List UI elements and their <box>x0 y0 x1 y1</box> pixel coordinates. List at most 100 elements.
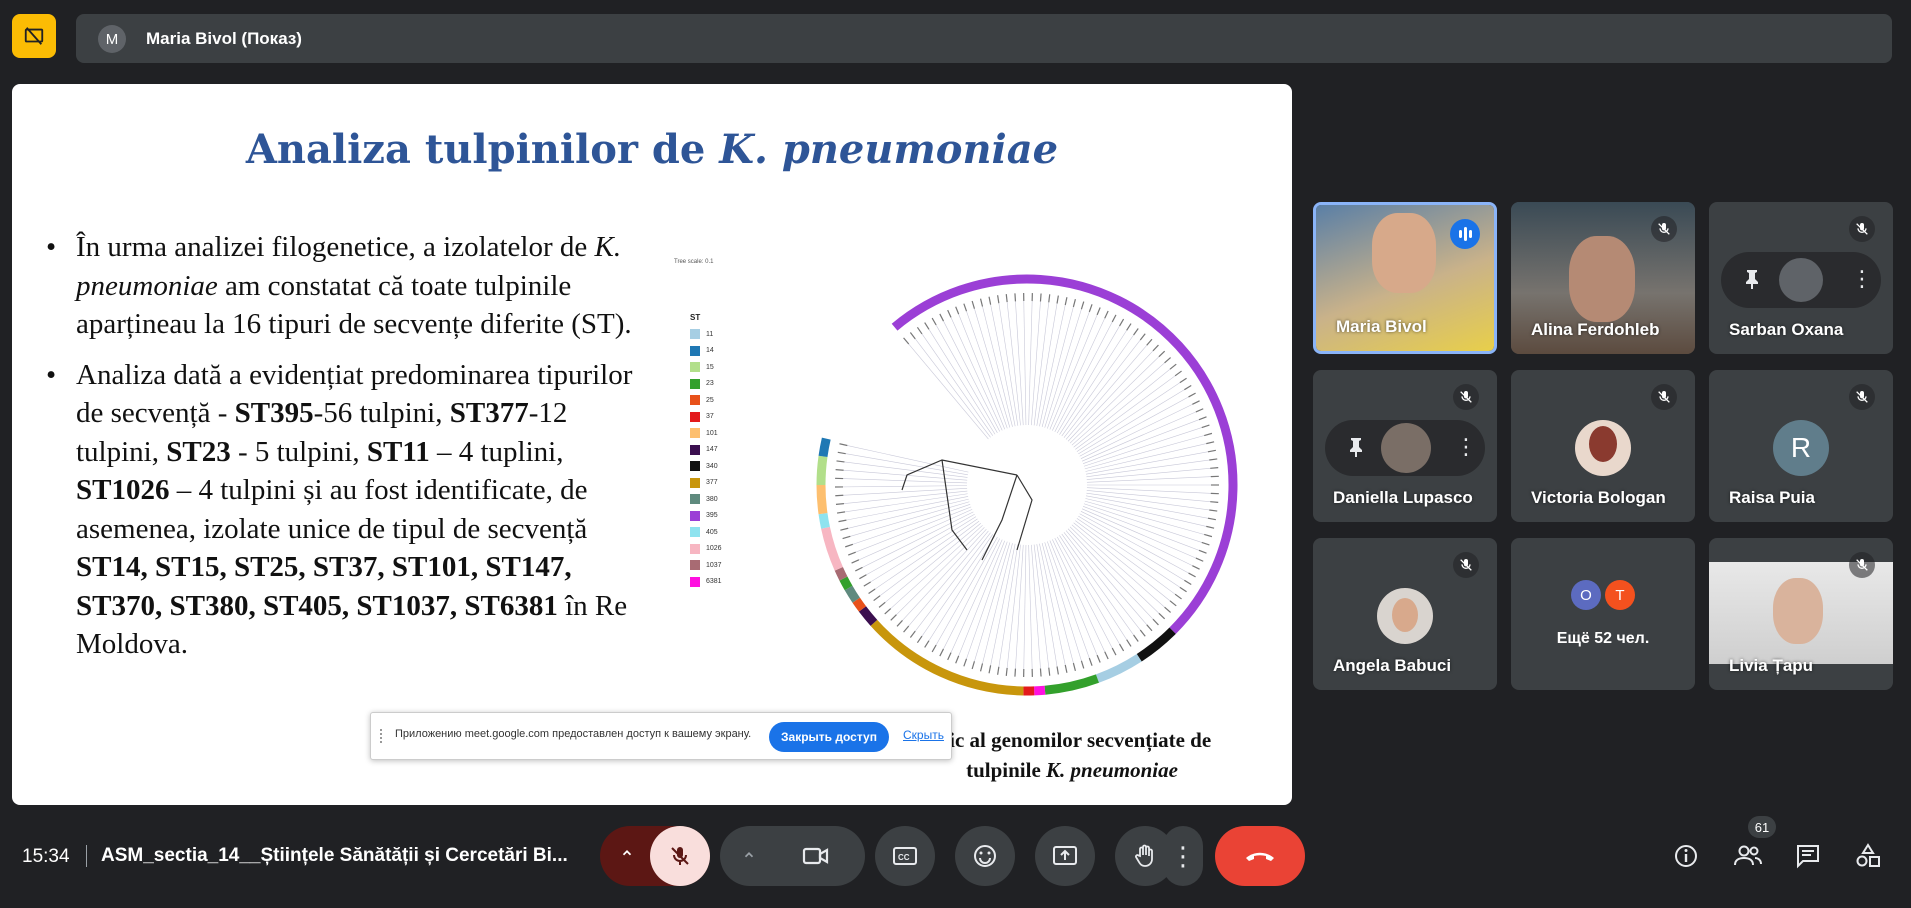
tree-leaf-label <box>1201 424 1210 429</box>
slide-title-italic: K. pneumoniae <box>719 126 1059 173</box>
legend-swatch <box>690 560 700 571</box>
more-participants-tile[interactable]: O T Ещё 52 чел. <box>1511 538 1695 690</box>
tree-branch <box>1056 318 1124 434</box>
tree-leaf-label <box>1126 323 1132 331</box>
participant-tile[interactable]: Angela Babuci <box>1313 538 1497 690</box>
mic-off-icon <box>671 847 689 865</box>
participant-name: Victoria Bologan <box>1531 488 1666 507</box>
participant-tile[interactable]: Alina Ferdohleb <box>1511 202 1695 354</box>
tree-leaf-label <box>1126 639 1132 647</box>
participant-tile[interactable]: R Raisa Puia <box>1709 370 1893 522</box>
tree-leaf-label <box>1111 314 1117 323</box>
emoji-button[interactable] <box>955 826 1015 886</box>
legend-swatch <box>690 461 700 472</box>
emoji-icon <box>974 845 996 867</box>
more-options-icon[interactable]: ⋮ <box>1851 267 1873 291</box>
bullet-bold: ST395 <box>234 397 314 429</box>
legend-swatch <box>690 362 700 373</box>
phone-hangup-icon <box>1246 852 1274 861</box>
tree-branch <box>1069 526 1165 620</box>
participant-tile[interactable]: Livia Țapu <box>1709 538 1893 690</box>
legend-label: 6381 <box>706 578 722 586</box>
caption-text: tulpinile <box>966 758 1047 782</box>
tree-branch <box>1044 542 1085 669</box>
tree-leaf-label <box>1204 432 1213 437</box>
tree-ring-segment <box>818 513 830 529</box>
legend-item: 25 <box>690 392 746 409</box>
tree-ring-segment <box>1095 653 1142 683</box>
legend-label: 377 <box>706 479 718 487</box>
tree-leaf-label <box>955 306 960 315</box>
tree-leaf-label <box>1206 525 1215 529</box>
tree-leaf-label <box>1198 549 1207 554</box>
tree-leaf-label <box>1064 297 1068 306</box>
chat-icon[interactable] <box>1790 838 1826 874</box>
pin-icon[interactable] <box>1345 435 1369 464</box>
participant-tile[interactable]: ⋮ Daniella Lupasco <box>1313 370 1497 522</box>
activities-icon[interactable] <box>1850 838 1886 874</box>
tree-leaf-label <box>1056 666 1059 675</box>
more-options-button[interactable]: ⋮ <box>1163 826 1203 886</box>
tree-branch <box>1085 498 1215 529</box>
tree-leaf-label <box>896 620 903 627</box>
participant-tile[interactable]: Maria Bivol <box>1313 202 1497 354</box>
tree-leaf-label <box>1080 660 1085 669</box>
legend-label: 380 <box>706 495 718 503</box>
mute-participant-icon[interactable] <box>1779 258 1823 302</box>
video-options-button[interactable] <box>720 826 865 886</box>
chevron-up-icon[interactable] <box>620 846 634 865</box>
info-icon[interactable] <box>1668 838 1704 874</box>
tree-leaf-label <box>1174 593 1182 600</box>
tree-leaf-label <box>1209 458 1218 461</box>
participant-video-person <box>1773 578 1823 644</box>
legend-label: 147 <box>706 446 718 454</box>
captions-icon: CC <box>893 847 917 865</box>
tree-branch <box>1086 458 1218 478</box>
more-options-icon[interactable]: ⋮ <box>1455 435 1477 459</box>
tree-ring-segment <box>839 576 853 591</box>
tree-ring-segment <box>891 274 1238 634</box>
pin-icon[interactable] <box>1741 267 1765 296</box>
tree-branch <box>1086 490 1219 503</box>
legend-swatch <box>690 411 700 422</box>
tree-ring-segment <box>852 597 867 612</box>
phylogenetic-tree <box>816 274 1238 696</box>
tree-leaf-label <box>979 663 984 672</box>
participant-tile[interactable]: Victoria Bologan <box>1511 370 1695 522</box>
tree-leaf-label <box>916 326 923 335</box>
legend-swatch <box>690 395 700 406</box>
tree-branch <box>890 527 985 621</box>
tree-branch <box>947 310 1003 431</box>
participant-tile[interactable]: ⋮ Sarban Oxana <box>1709 202 1893 354</box>
microphone-toggle-button[interactable] <box>650 826 710 886</box>
speaking-indicator-icon <box>1450 219 1480 249</box>
presenter-bar <box>76 14 1892 63</box>
chevron-up-icon[interactable] <box>742 848 756 867</box>
end-call-button[interactable] <box>1215 826 1305 886</box>
clock: 15:34 <box>22 846 70 867</box>
people-icon[interactable] <box>1730 838 1766 874</box>
tree-leaf-label <box>1206 441 1215 445</box>
share-notice-text: Приложению meet.google.com предоставлен … <box>395 728 752 740</box>
camera-icon[interactable] <box>802 844 830 873</box>
captions-button[interactable]: CC <box>875 826 935 886</box>
legend-item: 23 <box>690 376 746 393</box>
legend-item: 380 <box>690 491 746 508</box>
bullet-bold: ST14, ST15, ST25, ST37, ST101, ST147, ST… <box>76 551 572 622</box>
tree-leaf-label <box>1195 557 1204 562</box>
hide-notice-link[interactable]: Скрыть <box>903 728 944 742</box>
legend-swatch <box>690 576 700 587</box>
drag-handle-icon[interactable] <box>380 729 385 743</box>
stop-sharing-button[interactable]: Закрыть доступ <box>769 722 889 752</box>
tree-leaf-label <box>1080 301 1085 310</box>
tree-branch <box>835 477 968 484</box>
tree-leaf-label <box>1146 338 1153 346</box>
divider <box>86 845 87 867</box>
stop-presenting-icon[interactable] <box>12 14 56 58</box>
legend-swatch <box>690 477 700 488</box>
tree-leaf-label <box>863 581 871 587</box>
avatar: O <box>1571 580 1601 610</box>
mic-off-icon <box>1849 216 1875 242</box>
present-screen-button[interactable] <box>1035 826 1095 886</box>
tree-leaf-label <box>1088 657 1093 666</box>
